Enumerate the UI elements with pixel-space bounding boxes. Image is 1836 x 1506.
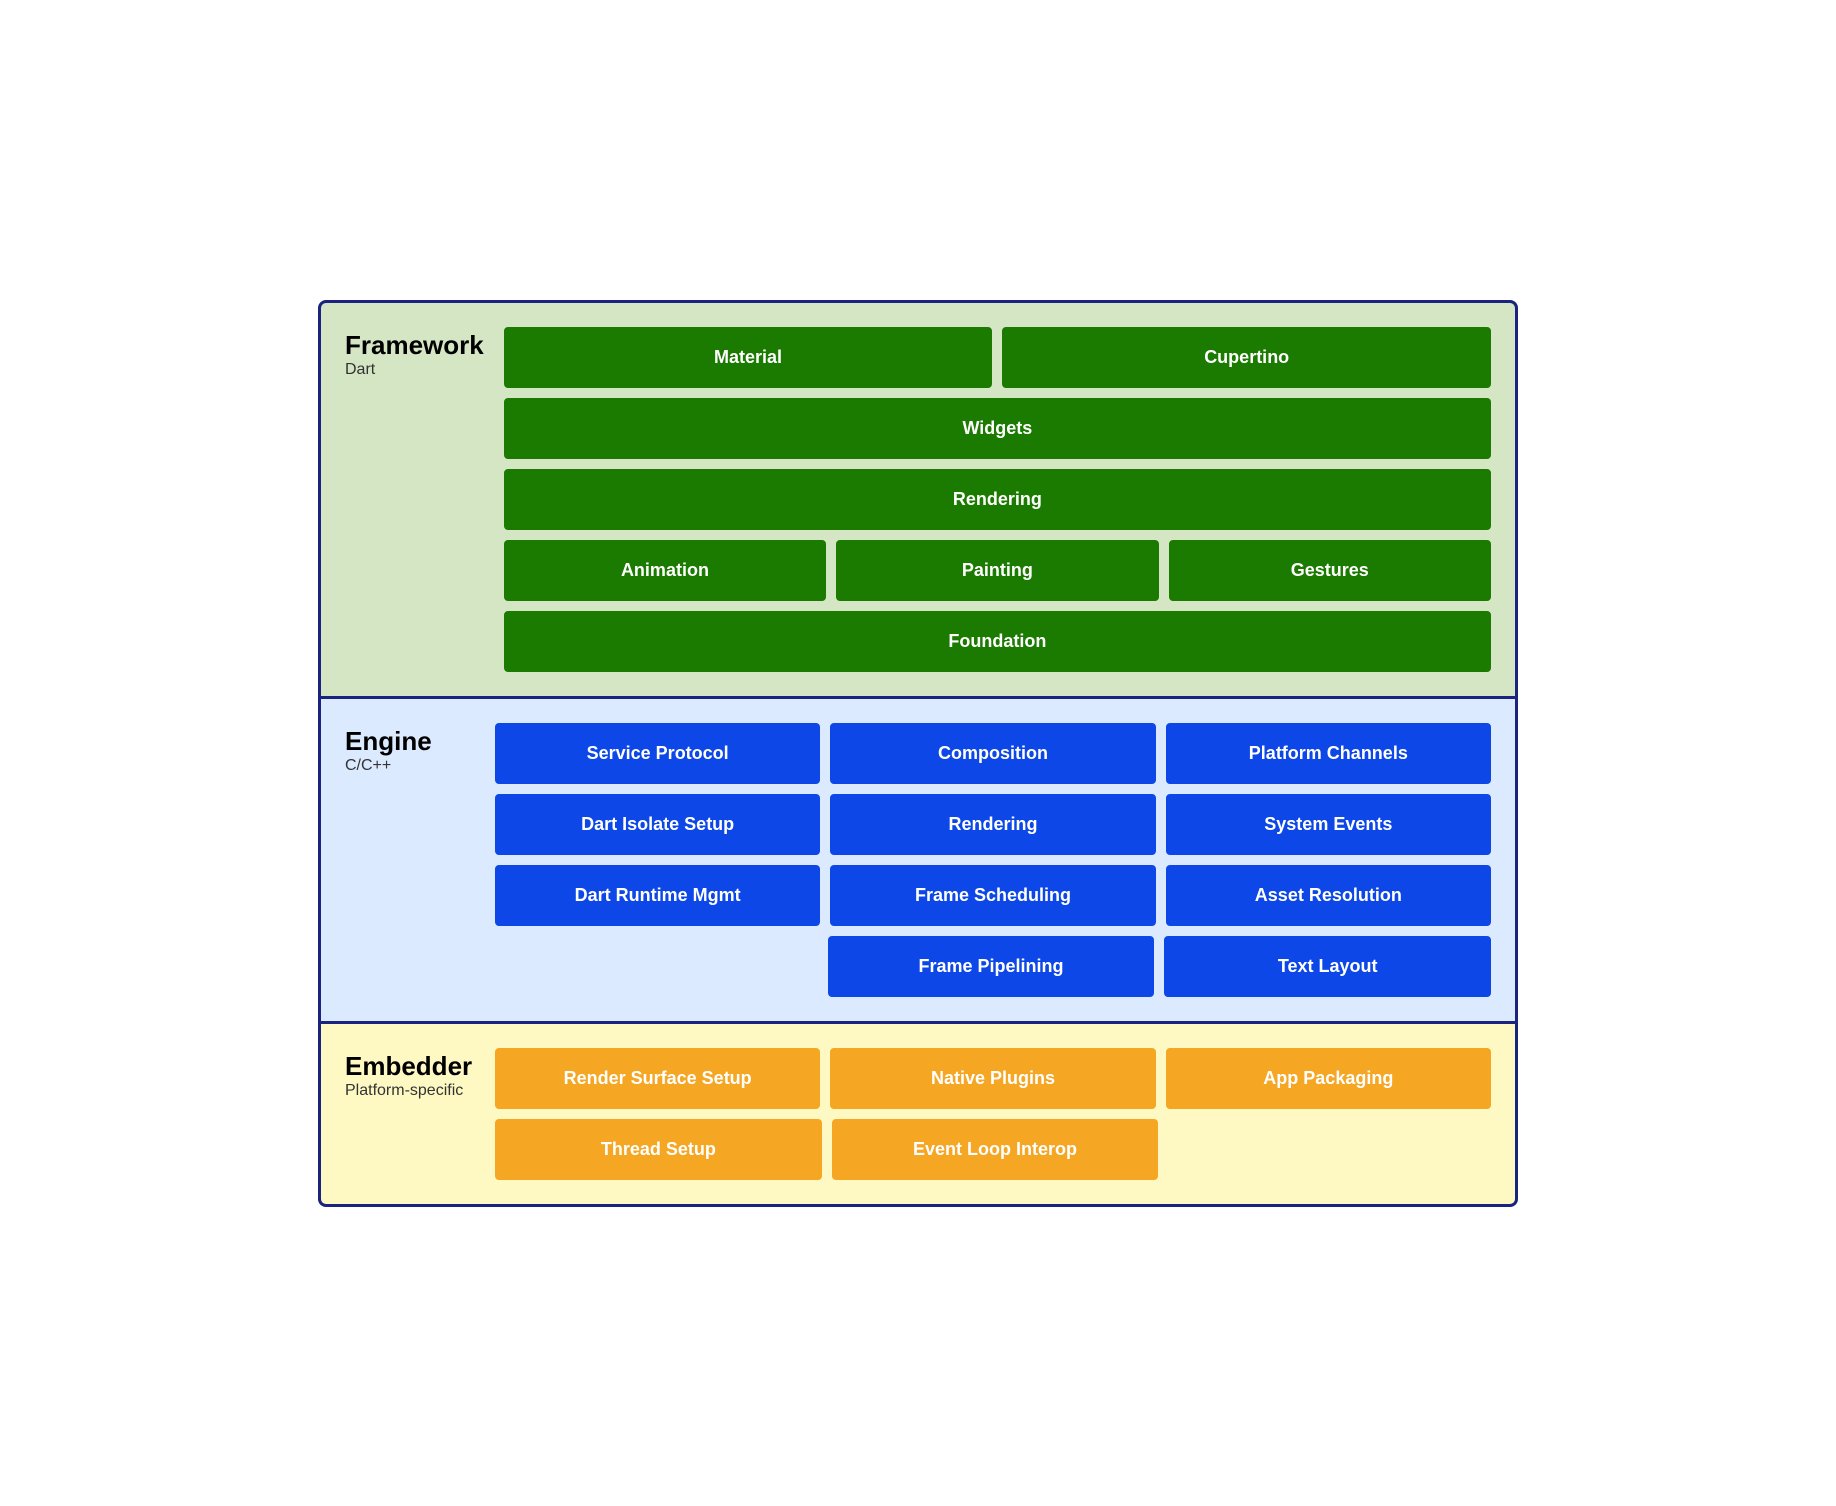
framework-title: Framework	[345, 331, 484, 360]
cupertino-button[interactable]: Cupertino	[1002, 327, 1491, 388]
framework-row-4: Animation Painting Gestures	[504, 540, 1491, 601]
engine-rendering-button[interactable]: Rendering	[830, 794, 1155, 855]
event-loop-interop-button[interactable]: Event Loop Interop	[832, 1119, 1159, 1180]
render-surface-setup-button[interactable]: Render Surface Setup	[495, 1048, 820, 1109]
framework-label: Framework Dart	[345, 327, 484, 380]
flutter-architecture-diagram: Framework Dart Material Cupertino Widget…	[318, 300, 1518, 1207]
engine-subtitle: C/C++	[345, 757, 475, 775]
gestures-button[interactable]: Gestures	[1169, 540, 1491, 601]
animation-button[interactable]: Animation	[504, 540, 826, 601]
framework-row-2: Widgets	[504, 398, 1491, 459]
system-events-button[interactable]: System Events	[1166, 794, 1491, 855]
engine-row-4: Frame Pipelining Text Layout	[495, 936, 1491, 997]
embedder-content: Render Surface Setup Native Plugins App …	[495, 1048, 1491, 1180]
material-button[interactable]: Material	[504, 327, 993, 388]
engine-row-2: Dart Isolate Setup Rendering System Even…	[495, 794, 1491, 855]
engine-layer: Engine C/C++ Service Protocol Compositio…	[318, 699, 1518, 1024]
embedder-layer: Embedder Platform-specific Render Surfac…	[318, 1024, 1518, 1207]
widgets-button[interactable]: Widgets	[504, 398, 1491, 459]
framework-row-5: Foundation	[504, 611, 1491, 672]
foundation-button[interactable]: Foundation	[504, 611, 1491, 672]
engine-title: Engine	[345, 727, 475, 756]
dart-isolate-setup-button[interactable]: Dart Isolate Setup	[495, 794, 820, 855]
composition-button[interactable]: Composition	[830, 723, 1155, 784]
embedder-subtitle: Platform-specific	[345, 1082, 475, 1100]
engine-row-3: Dart Runtime Mgmt Frame Scheduling Asset…	[495, 865, 1491, 926]
framework-layer: Framework Dart Material Cupertino Widget…	[318, 300, 1518, 699]
text-layout-button[interactable]: Text Layout	[1164, 936, 1491, 997]
framework-subtitle: Dart	[345, 361, 484, 379]
embedder-label: Embedder Platform-specific	[345, 1048, 475, 1101]
engine-label: Engine C/C++	[345, 723, 475, 776]
framework-content: Material Cupertino Widgets Rendering Ani…	[504, 327, 1491, 672]
frame-scheduling-button[interactable]: Frame Scheduling	[830, 865, 1155, 926]
engine-content: Service Protocol Composition Platform Ch…	[495, 723, 1491, 997]
frame-pipelining-button[interactable]: Frame Pipelining	[828, 936, 1155, 997]
asset-resolution-button[interactable]: Asset Resolution	[1166, 865, 1491, 926]
embedder-title: Embedder	[345, 1052, 475, 1081]
service-protocol-button[interactable]: Service Protocol	[495, 723, 820, 784]
platform-channels-button[interactable]: Platform Channels	[1166, 723, 1491, 784]
dart-runtime-mgmt-button[interactable]: Dart Runtime Mgmt	[495, 865, 820, 926]
embedder-row-1: Render Surface Setup Native Plugins App …	[495, 1048, 1491, 1109]
engine-row-1: Service Protocol Composition Platform Ch…	[495, 723, 1491, 784]
thread-setup-button[interactable]: Thread Setup	[495, 1119, 822, 1180]
native-plugins-button[interactable]: Native Plugins	[830, 1048, 1155, 1109]
app-packaging-button[interactable]: App Packaging	[1166, 1048, 1491, 1109]
framework-row-1: Material Cupertino	[504, 327, 1491, 388]
painting-button[interactable]: Painting	[836, 540, 1158, 601]
rendering-button[interactable]: Rendering	[504, 469, 1491, 530]
embedder-row-2: Thread Setup Event Loop Interop	[495, 1119, 1491, 1180]
framework-row-3: Rendering	[504, 469, 1491, 530]
